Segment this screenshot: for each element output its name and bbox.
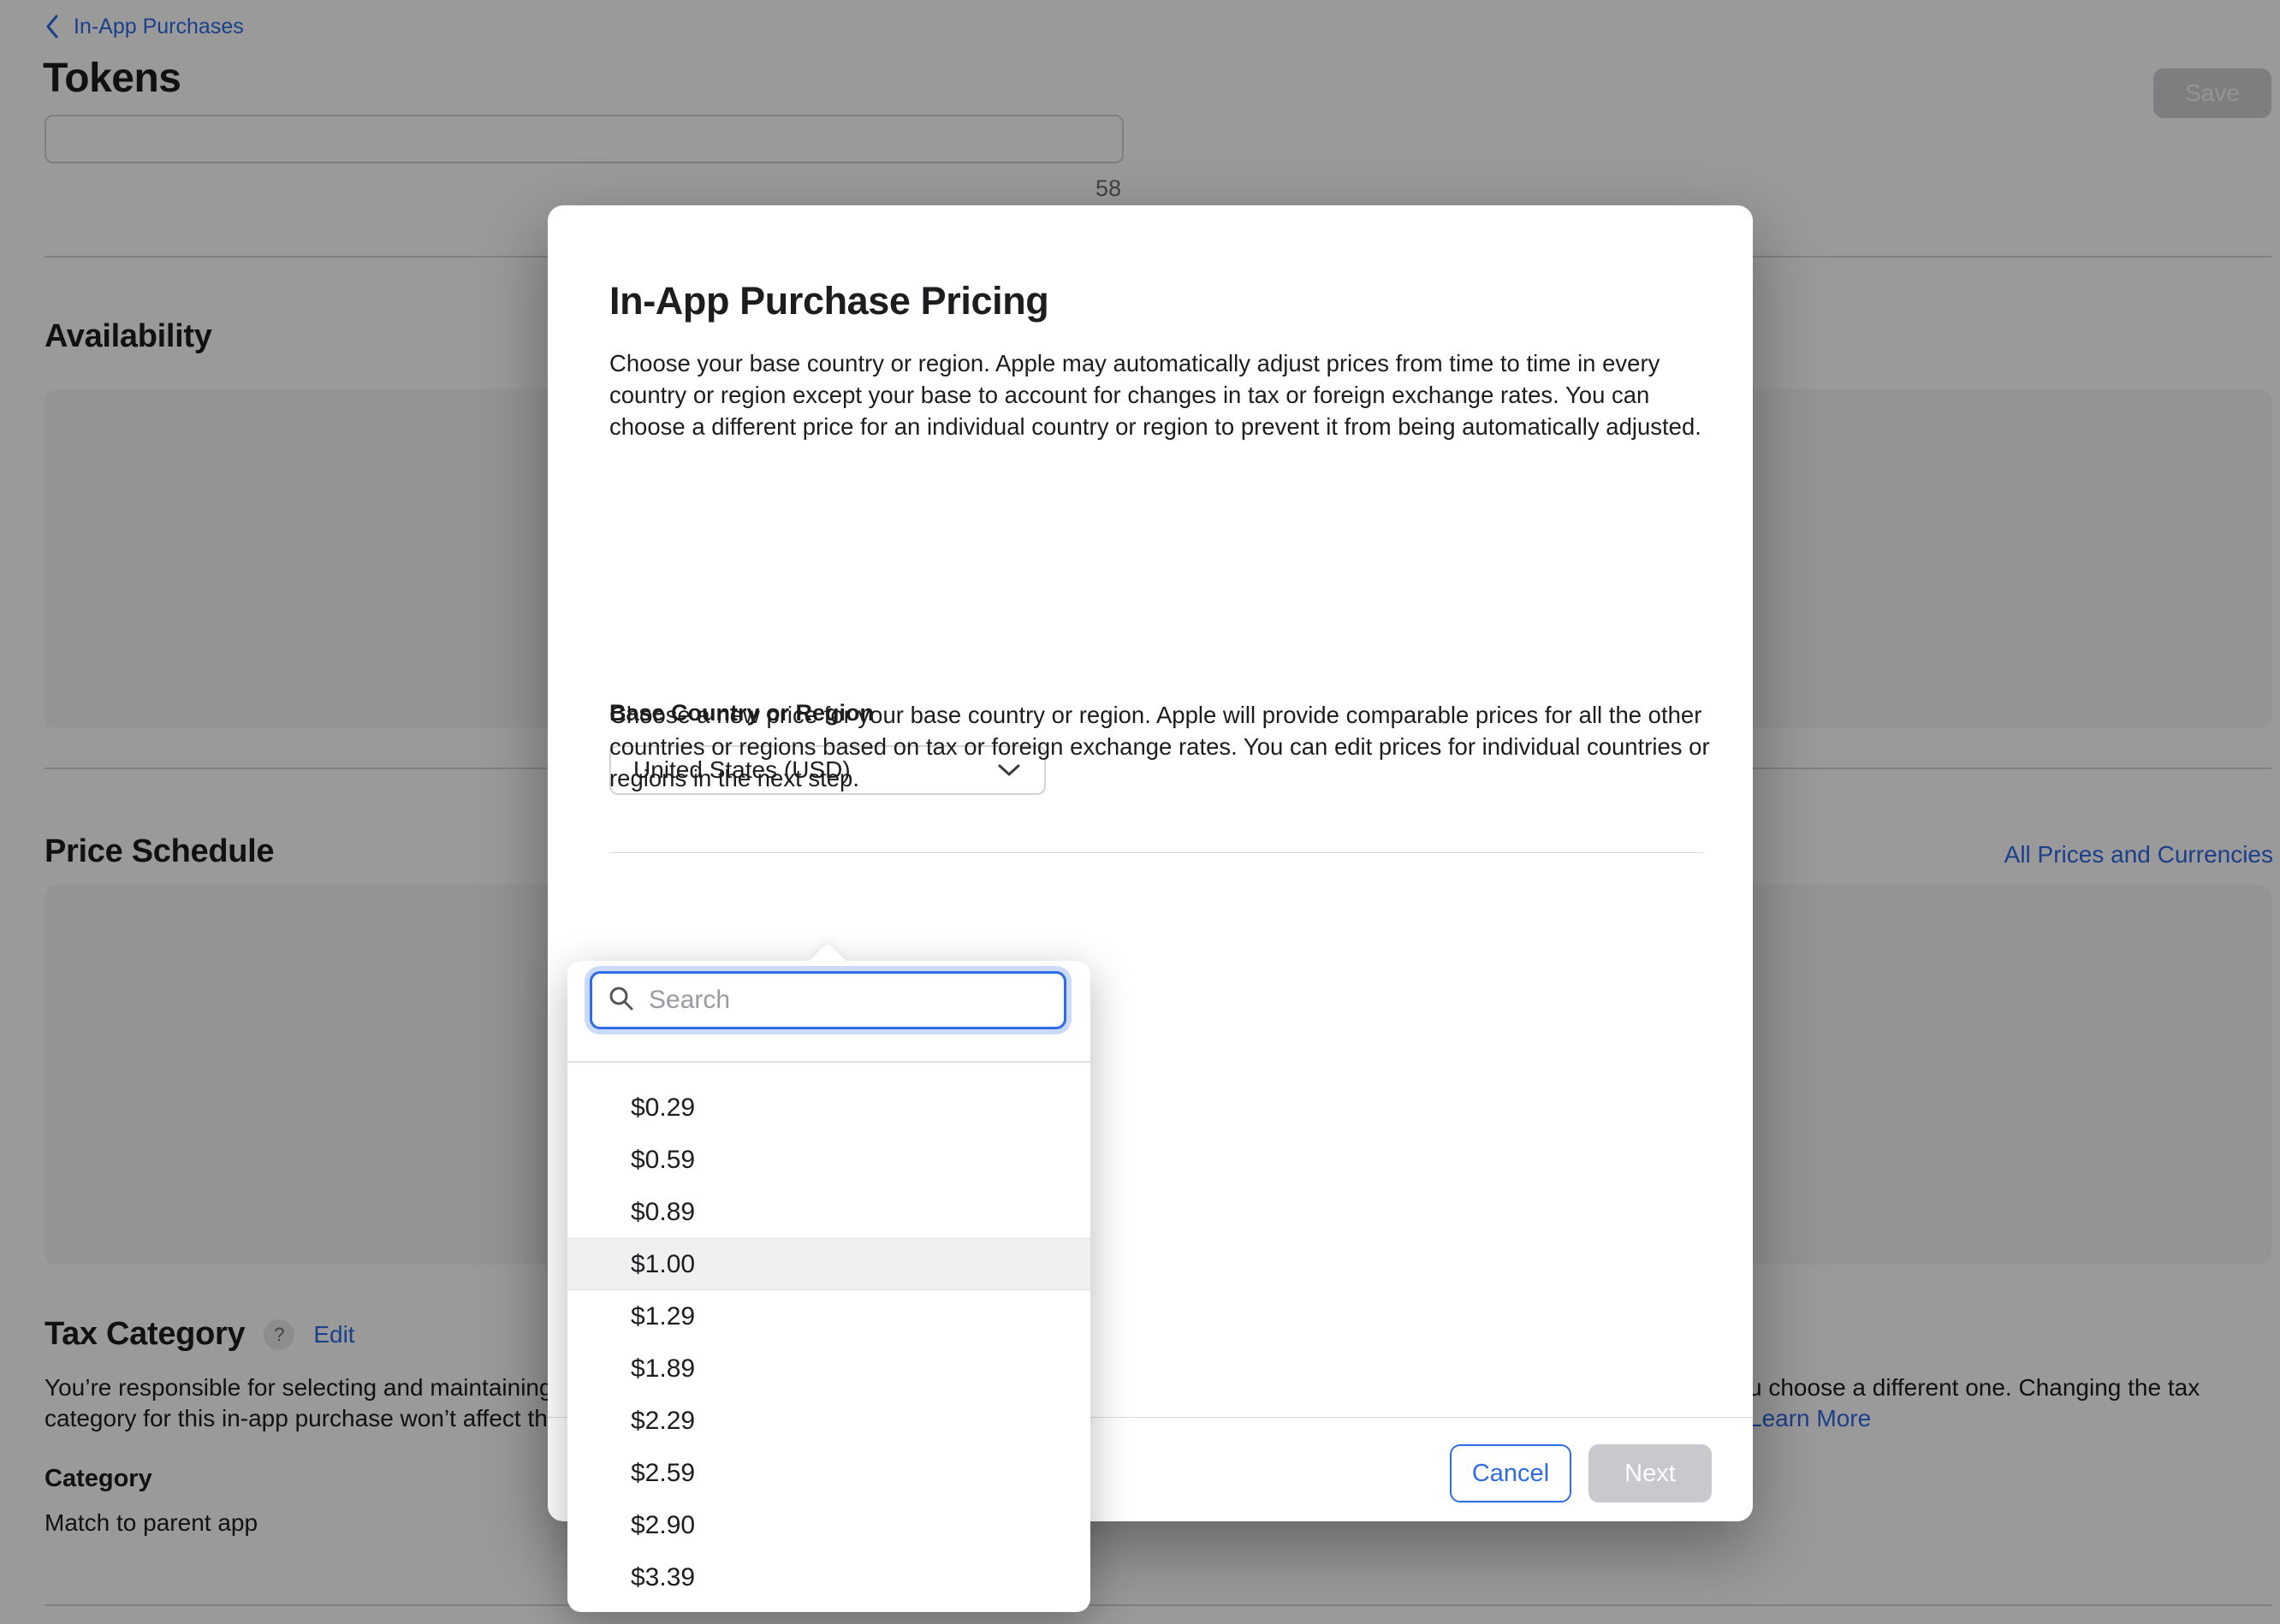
search-field[interactable] (590, 971, 1066, 1029)
price-option-label: $1.00 (631, 1250, 695, 1279)
modal-intro-text: Choose your base country or region. Appl… (609, 347, 1713, 442)
price-option-label: $1.89 (631, 1354, 695, 1384)
screen: In-App Purchases Tokens Save 58 Availabi… (0, 0, 2280, 1624)
modal-divider (609, 852, 1703, 853)
price-option-label: $1.29 (631, 1302, 695, 1331)
price-option-label: $2.59 (631, 1459, 695, 1488)
price-option[interactable]: $3.39 (567, 1551, 1090, 1603)
price-option[interactable]: $1.00 (567, 1238, 1090, 1290)
price-option[interactable]: $0.29 (567, 1082, 1090, 1134)
price-options-list: $0.29 $0.59 $0.89 $1.00 $1.29 $1.89 $2.29 $2.59… (567, 1082, 1090, 1603)
next-button[interactable]: Next (1588, 1444, 1712, 1502)
price-option[interactable]: $0.89 (567, 1186, 1090, 1238)
price-option-label: $0.89 (631, 1198, 695, 1227)
price-option-label: $3.39 (631, 1563, 695, 1592)
price-option-label: $0.59 (631, 1146, 695, 1175)
price-option[interactable]: $0.59 (567, 1134, 1090, 1186)
price-dropdown-popover: $0.29 $0.59 $0.89 $1.00 $1.29 $1.89 $2.29 $2.59… (567, 961, 1090, 1612)
price-option-label: $0.29 (631, 1094, 695, 1123)
price-option[interactable]: $2.59 (567, 1447, 1090, 1499)
price-option-label: $2.29 (631, 1407, 695, 1436)
popover-search-section (567, 961, 1090, 1063)
price-option-label: $2.90 (631, 1511, 695, 1540)
price-option[interactable]: $1.89 (567, 1342, 1090, 1395)
search-icon (608, 985, 635, 1016)
modal-title: In-App Purchase Pricing (609, 279, 1048, 323)
price-option[interactable]: $2.29 (567, 1395, 1090, 1447)
price-intro-text: Choose a new price for your base country… (609, 699, 1713, 794)
cancel-button[interactable]: Cancel (1450, 1444, 1571, 1502)
price-option[interactable]: $1.29 (567, 1290, 1090, 1342)
price-option[interactable]: $2.90 (567, 1499, 1090, 1551)
search-input[interactable] (649, 986, 1048, 1015)
